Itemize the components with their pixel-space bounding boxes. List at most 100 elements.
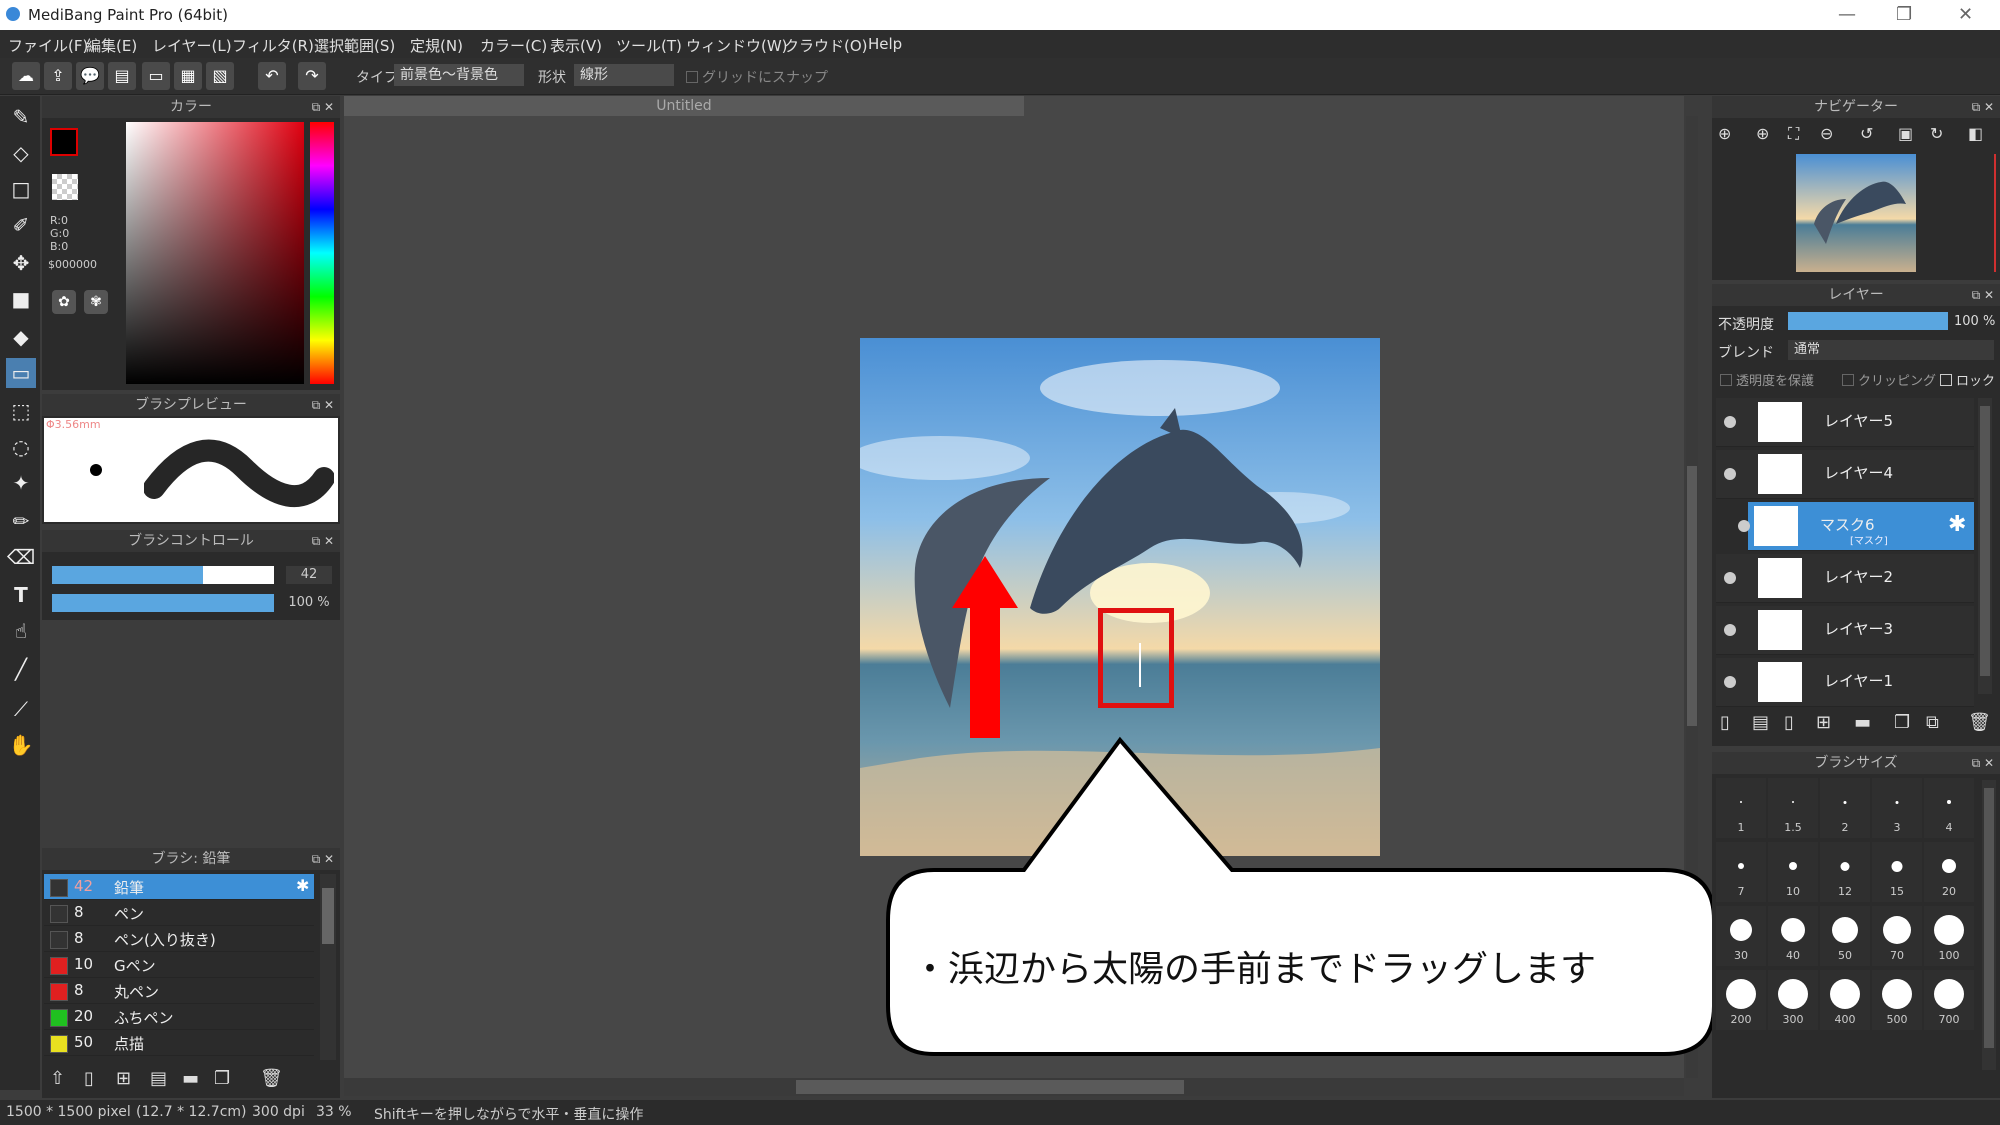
minimize-button[interactable]: — [1838, 4, 1856, 25]
brush-list-item[interactable]: 42 鉛筆 ✱ [44, 874, 314, 900]
canvas-horizontal-scrollbar[interactable] [344, 1078, 1684, 1096]
brush-folder-icon[interactable]: ▬ [182, 1068, 199, 1089]
brush-size-preset[interactable]: 200 [1716, 970, 1766, 1030]
layer-folder-icon[interactable]: ▬ [1854, 712, 1871, 733]
brush-new-icon[interactable]: ▯ [84, 1068, 94, 1089]
document-tab[interactable]: Untitled [344, 96, 1024, 116]
comment-icon[interactable]: 💬 [76, 62, 104, 90]
clipping-checkbox[interactable] [1842, 374, 1854, 386]
menu-tool[interactable]: ツール(T) [616, 35, 682, 56]
type-select[interactable]: 前景色～背景色 [394, 64, 524, 86]
speech-icon[interactable]: ▤ [108, 62, 136, 90]
operation-tool-icon[interactable]: ☝ [6, 616, 36, 646]
dot-tool-icon[interactable]: □ [6, 174, 36, 204]
brush-list-scrollbar[interactable] [320, 874, 336, 1060]
layer-visibility-icon[interactable] [1738, 520, 1750, 532]
panels-icon[interactable]: ▧ [206, 62, 234, 90]
brush-size-preset[interactable]: 15 [1872, 842, 1922, 902]
menu-cloud[interactable]: クラウド(O) [784, 35, 868, 56]
brush-tool-icon[interactable]: ✎ [6, 102, 36, 132]
new-1bit-layer-icon[interactable]: ▯ [1784, 712, 1794, 733]
palette-icon[interactable]: ✿ [52, 290, 76, 314]
brush-list-item[interactable]: 50 点描 [44, 1030, 314, 1056]
hue-slider[interactable] [310, 122, 334, 384]
brush-size-value[interactable]: 42 [286, 566, 332, 584]
zoom-in-icon[interactable]: ⊕ [1756, 124, 1769, 143]
layer-row[interactable]: マスク6 [マスク] ✱ [1748, 502, 1974, 551]
select-tool-icon[interactable]: ⬚ [6, 396, 36, 426]
protect-alpha-checkbox[interactable] [1720, 374, 1732, 386]
zoom-out-icon[interactable]: ⊖ [1820, 124, 1833, 143]
shape-tool-icon[interactable]: ■ [6, 284, 36, 314]
eyedropper-icon[interactable]: ⟋ [6, 694, 36, 724]
undo-icon[interactable]: ↶ [258, 62, 286, 90]
select-eraser-icon[interactable]: ⌫ [6, 542, 36, 572]
actual-size-icon[interactable]: ▣ [1898, 124, 1913, 143]
move-tool-icon[interactable]: ✥ [6, 248, 36, 278]
rotate-right-icon[interactable]: ↻ [1930, 124, 1943, 143]
menu-window[interactable]: ウィンドウ(W) [686, 35, 788, 56]
navigator-thumbnail[interactable] [1796, 154, 1916, 272]
text-tool-icon[interactable]: T [6, 580, 36, 610]
brush-properties-icon[interactable]: ▤ [150, 1068, 167, 1089]
bucket-tool-icon[interactable]: ◆ [6, 322, 36, 352]
brush-size-preset[interactable]: 400 [1820, 970, 1870, 1030]
divide-tool-icon[interactable]: ╱ [6, 654, 36, 684]
brush-size-preset[interactable]: 20 [1924, 842, 1974, 902]
brush-size-preset[interactable]: 10 [1768, 842, 1818, 902]
foreground-color-swatch[interactable] [50, 128, 78, 156]
brush-list-item[interactable]: 8 ペン [44, 900, 314, 926]
brush-size-preset[interactable]: 4 [1924, 778, 1974, 838]
brush-size-preset[interactable]: 50 [1820, 906, 1870, 966]
snap-checkbox[interactable] [686, 71, 698, 83]
zoom-icon[interactable]: ⊕ [1718, 124, 1731, 143]
menu-color[interactable]: カラー(C) [480, 35, 547, 56]
layer-settings-icon[interactable]: ✱ [1948, 512, 1966, 537]
menu-layer[interactable]: レイヤー(L) [152, 35, 232, 56]
layer-visibility-icon[interactable] [1724, 624, 1736, 636]
layers-scrollbar[interactable] [1978, 398, 1992, 694]
menu-view[interactable]: 表示(V) [550, 35, 602, 56]
brush-size-preset[interactable]: 3 [1872, 778, 1922, 838]
brush-size-preset[interactable]: 7 [1716, 842, 1766, 902]
saturation-value-picker[interactable] [126, 122, 304, 384]
menu-ruler[interactable]: 定規(N) [410, 35, 463, 56]
layer-visibility-icon[interactable] [1724, 676, 1736, 688]
layer-row[interactable]: レイヤー3 [1716, 606, 1974, 655]
add-layer-menu-icon[interactable]: ⊞ [1816, 712, 1831, 733]
brush-size-preset[interactable]: 40 [1768, 906, 1818, 966]
menu-edit[interactable]: 編集(E) [86, 35, 137, 56]
flip-icon[interactable]: ◧ [1968, 124, 1983, 143]
layer-row[interactable]: レイヤー4 [1716, 450, 1974, 499]
new-halftone-layer-icon[interactable]: ▤ [1752, 712, 1769, 733]
brush-size-preset[interactable]: 70 [1872, 906, 1922, 966]
eraser-tool-icon[interactable]: ◇ [6, 138, 36, 168]
merge-layer-icon[interactable]: ⧉ [1926, 712, 1939, 733]
select-pen-icon[interactable]: ✏ [6, 506, 36, 536]
brush-list-item[interactable]: 8 丸ペン [44, 978, 314, 1004]
brush-size-preset[interactable]: 300 [1768, 970, 1818, 1030]
hand-tool-icon[interactable]: ✋ [6, 730, 36, 760]
brush-size-preset[interactable]: 1.5 [1768, 778, 1818, 838]
lasso-tool-icon[interactable]: ◌ [6, 432, 36, 462]
frames-icon[interactable]: ▦ [174, 62, 202, 90]
layer-visibility-icon[interactable] [1724, 572, 1736, 584]
brush-delete-icon[interactable]: 🗑 [260, 1068, 283, 1089]
brush-size-preset[interactable]: 2 [1820, 778, 1870, 838]
transparent-color-swatch[interactable] [52, 174, 78, 200]
brush-list-item[interactable]: 20 ふちペン [44, 1004, 314, 1030]
palette-add-icon[interactable]: ✾ [84, 290, 108, 314]
brush-opacity-value[interactable]: 100 % [286, 594, 332, 612]
brush-size-preset[interactable]: 100 [1924, 906, 1974, 966]
layer-opacity-slider[interactable] [1788, 312, 1948, 330]
brush-duplicate-icon[interactable]: ❐ [214, 1068, 230, 1089]
brush-size-preset[interactable]: 1 [1716, 778, 1766, 838]
duplicate-layer-icon[interactable]: ❐ [1894, 712, 1910, 733]
fit-icon[interactable]: ⛶ [1788, 124, 1799, 144]
cloud-icon[interactable]: ☁ [12, 62, 40, 90]
brush-cloud-icon[interactable]: ⇧ [50, 1068, 65, 1089]
new-layer-icon[interactable]: ▯ [1720, 712, 1730, 733]
brush-size-slider[interactable] [52, 566, 274, 584]
brush-size-preset[interactable]: 30 [1716, 906, 1766, 966]
upload-icon[interactable]: ⇪ [44, 62, 72, 90]
